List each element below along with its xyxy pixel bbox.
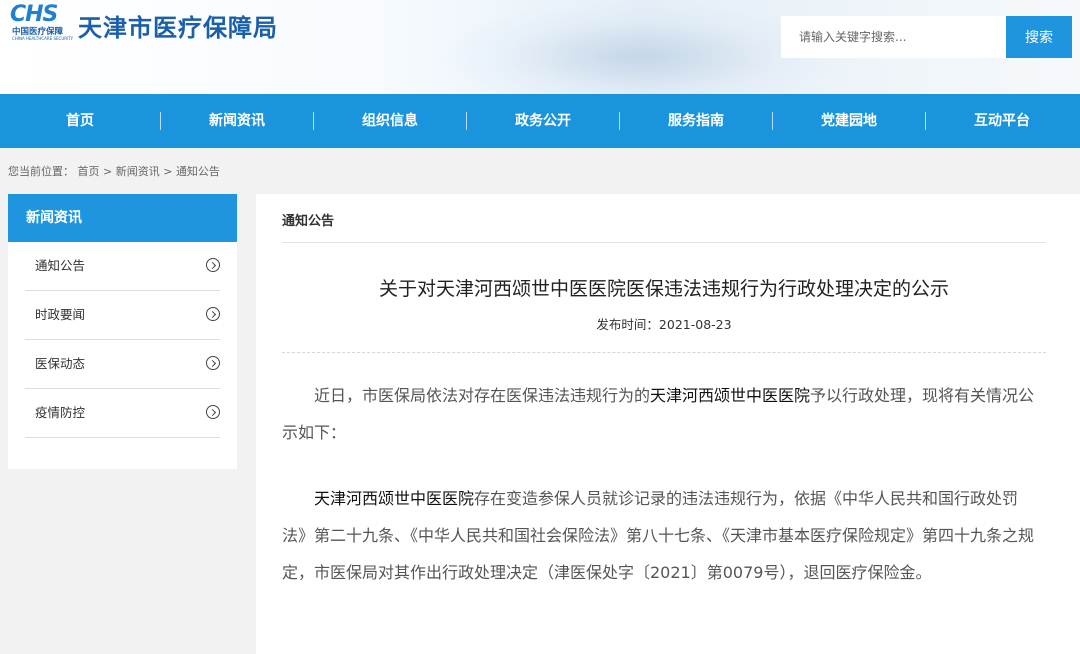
sidebar-item-current-affairs[interactable]: 时政要闻 <box>25 291 220 340</box>
search-button[interactable]: 搜索 <box>1006 16 1072 58</box>
breadcrumb-separator: > <box>103 165 113 178</box>
chevron-right-circle-icon <box>206 307 220 321</box>
section-divider <box>282 242 1046 243</box>
sidebar-item-label: 通知公告 <box>35 258 86 273</box>
nav-item-organization[interactable]: 组织信息 <box>314 94 466 148</box>
chs-logo[interactable]: CHS 中国医疗保障 CHINA HEALTHCARE SECURITY <box>10 2 74 44</box>
publish-date: 2021-08-23 <box>658 317 732 332</box>
article-paragraph-1: 近日，市医保局依法对存在医保违法违规行为的天津河西颂世中医医院予以行政处理，现将… <box>282 377 1042 451</box>
site-header: CHS 中国医疗保障 CHINA HEALTHCARE SECURITY 天津市… <box>0 0 1080 94</box>
nav-item-party-building[interactable]: 党建园地 <box>773 94 925 148</box>
nav-item-home[interactable]: 首页 <box>0 94 160 148</box>
section-title: 通知公告 <box>282 214 335 229</box>
breadcrumb-notices[interactable]: 通知公告 <box>176 165 220 178</box>
sidebar-item-epidemic-control[interactable]: 疫情防控 <box>25 389 220 438</box>
breadcrumb-home[interactable]: 首页 <box>78 165 100 178</box>
main-nav: 首页 新闻资讯 组织信息 政务公开 服务指南 党建园地 互动平台 <box>0 94 1080 148</box>
chevron-right-circle-icon <box>206 258 220 272</box>
search-input[interactable] <box>781 16 1007 58</box>
sidebar-item-label: 时政要闻 <box>35 307 86 322</box>
chevron-right-circle-icon <box>206 405 220 419</box>
sidebar-title: 新闻资讯 <box>8 194 237 242</box>
chevron-right-circle-icon <box>206 356 220 370</box>
nav-item-news[interactable]: 新闻资讯 <box>161 94 313 148</box>
breadcrumb: 您当前位置： 首页 > 新闻资讯 > 通知公告 <box>8 163 220 179</box>
article-paragraph-2: 天津河西颂世中医医院存在变造参保人员就诊记录的违法违规行为，依据《中华人民共和国… <box>282 480 1042 591</box>
publish-time: 发布时间：2021-08-23 <box>256 314 1072 333</box>
nav-item-service-guide[interactable]: 服务指南 <box>620 94 772 148</box>
publish-label: 发布时间： <box>596 317 659 332</box>
sidebar-item-label: 医保动态 <box>35 356 86 371</box>
breadcrumb-news[interactable]: 新闻资讯 <box>116 165 160 178</box>
sidebar: 新闻资讯 通知公告 时政要闻 医保动态 疫情防控 <box>8 194 237 469</box>
hospital-name: 天津河西颂世中医医院 <box>314 489 475 508</box>
hospital-name: 天津河西颂世中医医院 <box>650 386 811 405</box>
article-title: 关于对天津河西颂世中医医院医保违法违规行为行政处理决定的公示 <box>378 278 949 300</box>
sidebar-item-notices[interactable]: 通知公告 <box>25 242 220 291</box>
site-title: 天津市医疗保障局 <box>78 14 278 42</box>
dotted-divider <box>282 352 1046 353</box>
nav-item-interaction[interactable]: 互动平台 <box>926 94 1078 148</box>
breadcrumb-prefix: 您当前位置： <box>8 165 74 178</box>
logo-english-text: CHINA HEALTHCARE SECURITY <box>12 36 74 41</box>
sidebar-list: 通知公告 时政要闻 医保动态 疫情防控 <box>8 242 237 438</box>
paragraph-text: 近日，市医保局依法对存在医保违法违规行为的 <box>314 386 651 405</box>
sidebar-item-insurance-news[interactable]: 医保动态 <box>25 340 220 389</box>
breadcrumb-separator: > <box>163 165 173 178</box>
sidebar-item-label: 疫情防控 <box>35 405 86 420</box>
article-panel: 通知公告 关于对天津河西颂世中医医院医保违法违规行为行政处理决定的公示 发布时间… <box>256 194 1080 654</box>
logo-mark: CHS <box>10 2 58 27</box>
nav-item-government-affairs[interactable]: 政务公开 <box>467 94 619 148</box>
